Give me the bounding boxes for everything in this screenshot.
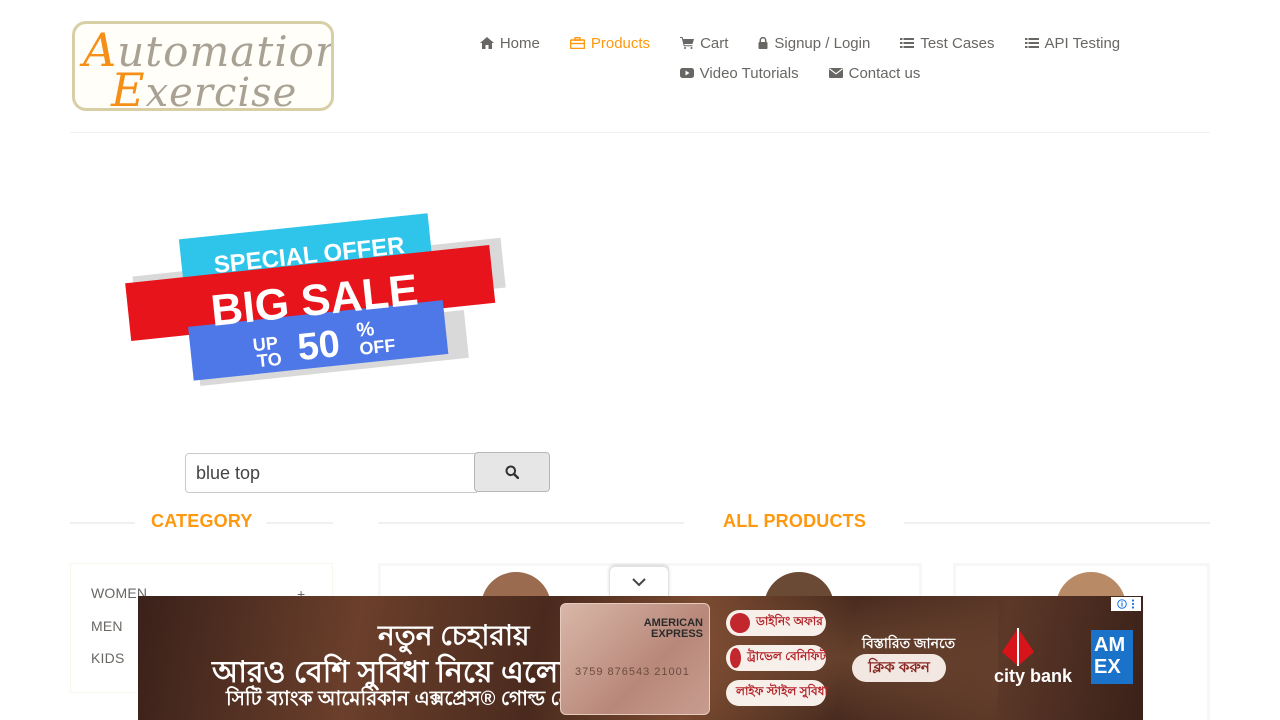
- chevron-down-icon: [632, 577, 646, 586]
- nav-home[interactable]: Home: [479, 34, 540, 52]
- nav-row-1: Home Products Cart Signup / Login Test C…: [470, 28, 1130, 58]
- amex-card-image: AMERICAN EXPRESS 3759 876543 21001: [560, 603, 710, 715]
- cart-icon: [680, 37, 695, 49]
- nav-contact-us-label: Contact us: [848, 64, 921, 82]
- banner-to: TO: [256, 349, 283, 371]
- amex-card-brand: AMERICAN EXPRESS: [643, 617, 703, 640]
- nav-cart-label: Cart: [700, 34, 729, 52]
- search-button[interactable]: [474, 452, 550, 492]
- ad-pill-travel: ট্রাভেল বেনিফিট: [726, 645, 826, 671]
- category-title-line-right: [266, 522, 333, 524]
- nav-video-tutorials[interactable]: Video Tutorials: [679, 64, 799, 82]
- nav-signup-login[interactable]: Signup / Login: [758, 35, 870, 52]
- more-vertical-icon: [1131, 599, 1135, 609]
- category-kids[interactable]: KIDS: [91, 650, 124, 666]
- amex-logo: AM EX: [1091, 630, 1133, 684]
- ad-collapse-toggle[interactable]: [609, 566, 669, 596]
- youtube-icon: [679, 68, 694, 78]
- citybank-logo: city bank: [988, 626, 1078, 696]
- products-title-line-right: [904, 522, 1210, 524]
- nav-products[interactable]: Products: [569, 34, 651, 52]
- banner-off: OFF: [358, 335, 396, 359]
- citybank-name: city bank: [994, 666, 1073, 686]
- ad-pill-dining: ডাইনিং অফার: [726, 610, 826, 636]
- dining-icon: [730, 613, 750, 633]
- nav-row-2: Video Tutorials Contact us: [470, 58, 1130, 88]
- category-men[interactable]: MEN: [91, 618, 123, 634]
- info-icon: [1117, 599, 1127, 609]
- lock-icon: [758, 37, 768, 49]
- nav-products-label: Products: [590, 34, 651, 52]
- products-title-line-left: [378, 522, 684, 524]
- amex-card-number: 3759 876543 21001: [575, 666, 690, 678]
- home-icon: [479, 37, 494, 49]
- envelope-icon: [828, 68, 843, 78]
- header-divider: [70, 132, 1210, 133]
- ad-more-info: বিস্তারিত জানতে: [862, 635, 956, 651]
- main-nav: Home Products Cart Signup / Login Test C…: [470, 28, 1130, 88]
- category-title: CATEGORY: [151, 511, 253, 531]
- ad-banner[interactable]: নতুন চেহারায় আরও বেশি সুবিধা নিয়ে এলো …: [138, 596, 1143, 720]
- nav-api-testing[interactable]: API Testing: [1024, 34, 1121, 52]
- category-title-line-left: [70, 522, 135, 524]
- nav-contact-us[interactable]: Contact us: [828, 64, 921, 82]
- nav-test-cases[interactable]: Test Cases: [900, 34, 995, 52]
- citybank-kite-icon: [1002, 628, 1034, 666]
- nav-signup-login-label: Signup / Login: [774, 34, 871, 52]
- nav-cart[interactable]: Cart: [680, 35, 728, 52]
- ad-pill-lifestyle: লাইফ স্টাইল সুবিধা: [726, 680, 828, 706]
- nav-test-cases-label: Test Cases: [920, 34, 995, 52]
- nav-api-testing-label: API Testing: [1044, 34, 1121, 52]
- banner-percent: 50: [296, 323, 342, 369]
- travel-icon: [730, 648, 742, 668]
- search-icon: [505, 465, 519, 479]
- site-logo[interactable]: Automation Exercise: [72, 21, 334, 111]
- nav-home-label: Home: [499, 34, 540, 52]
- list-icon: [1024, 38, 1039, 48]
- list-icon: [900, 38, 915, 48]
- sale-banner: SPECIAL OFFER BIG SALE UP TO 50 % OFF: [125, 213, 506, 386]
- nav-video-tutorials-label: Video Tutorials: [699, 64, 799, 82]
- all-products-title: ALL PRODUCTS: [723, 511, 867, 531]
- logo-line-2: Exercise: [111, 63, 298, 111]
- products-icon: [569, 37, 585, 49]
- search-input[interactable]: [185, 453, 477, 493]
- ad-cta-button[interactable]: ক্লিক করুন: [852, 654, 946, 682]
- adchoices-icon[interactable]: [1111, 597, 1141, 611]
